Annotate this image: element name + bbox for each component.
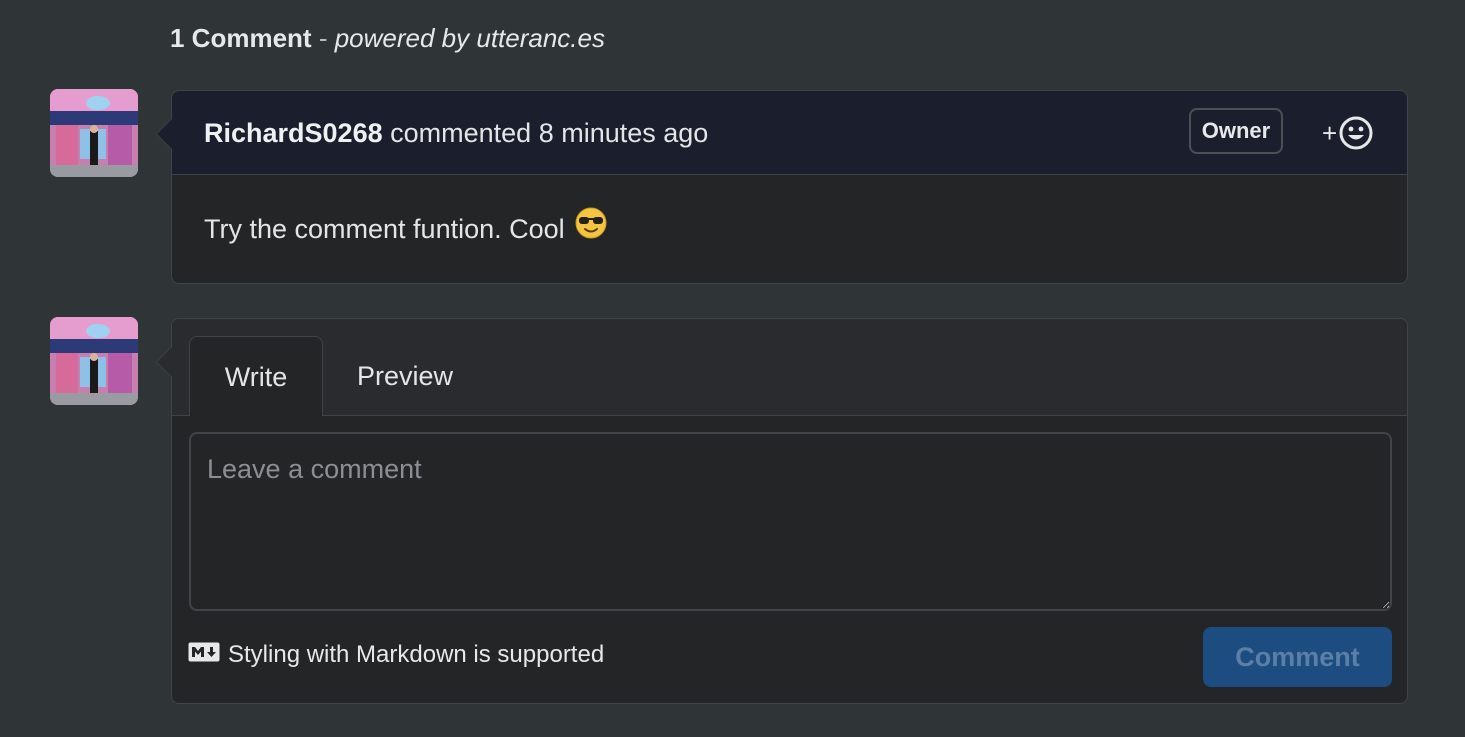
comment-card: RichardS0268 commented 8 minutes ago Own… — [156, 90, 1408, 284]
owner-badge: Owner — [1189, 108, 1283, 154]
markdown-icon — [188, 641, 220, 669]
markdown-note-text: Styling with Markdown is supported — [228, 641, 605, 668]
comment-author[interactable]: RichardS0268 — [204, 118, 383, 148]
timeline-header: 1 Comment - powered by utteranc.es — [170, 18, 605, 58]
card-pointer — [156, 118, 172, 150]
markdown-help-link[interactable]: Styling with Markdown is supported — [188, 641, 604, 669]
comment-author-avatar[interactable] — [50, 89, 138, 177]
comment-count: 1 Comment — [170, 23, 312, 53]
add-reaction-button[interactable]: + — [1322, 115, 1380, 151]
comment-timestamp[interactable]: commented 8 minutes ago — [390, 118, 708, 148]
comment-meta: RichardS0268 commented 8 minutes ago — [204, 113, 708, 153]
sunglasses-face-emoji — [575, 207, 607, 250]
current-user-avatar[interactable] — [50, 317, 138, 405]
avatar-image — [50, 89, 138, 177]
tab-preview[interactable]: Preview — [340, 336, 470, 415]
new-comment-form: Write Preview Styling with Markdown is s… — [156, 318, 1408, 704]
tab-write[interactable]: Write — [189, 336, 323, 416]
powered-by-link[interactable]: powered by utteranc.es — [335, 23, 605, 53]
plus-icon: + — [1322, 118, 1338, 148]
smiley-icon — [1339, 116, 1373, 150]
editor-tabs: Write Preview — [172, 319, 1407, 416]
comment-textarea[interactable] — [189, 432, 1392, 611]
submit-comment-button[interactable]: Comment — [1203, 627, 1392, 687]
comment-body-text: Try the comment funtion. Cool — [204, 213, 565, 244]
header-separator: - — [318, 23, 328, 53]
utterances-comments: 1 Comment - powered by utteranc.es Richa… — [0, 0, 1465, 737]
card-pointer — [156, 346, 172, 378]
comment-header: RichardS0268 commented 8 minutes ago Own… — [172, 91, 1407, 175]
avatar-image — [50, 317, 138, 405]
comment-body: Try the comment funtion. Cool — [204, 207, 607, 250]
